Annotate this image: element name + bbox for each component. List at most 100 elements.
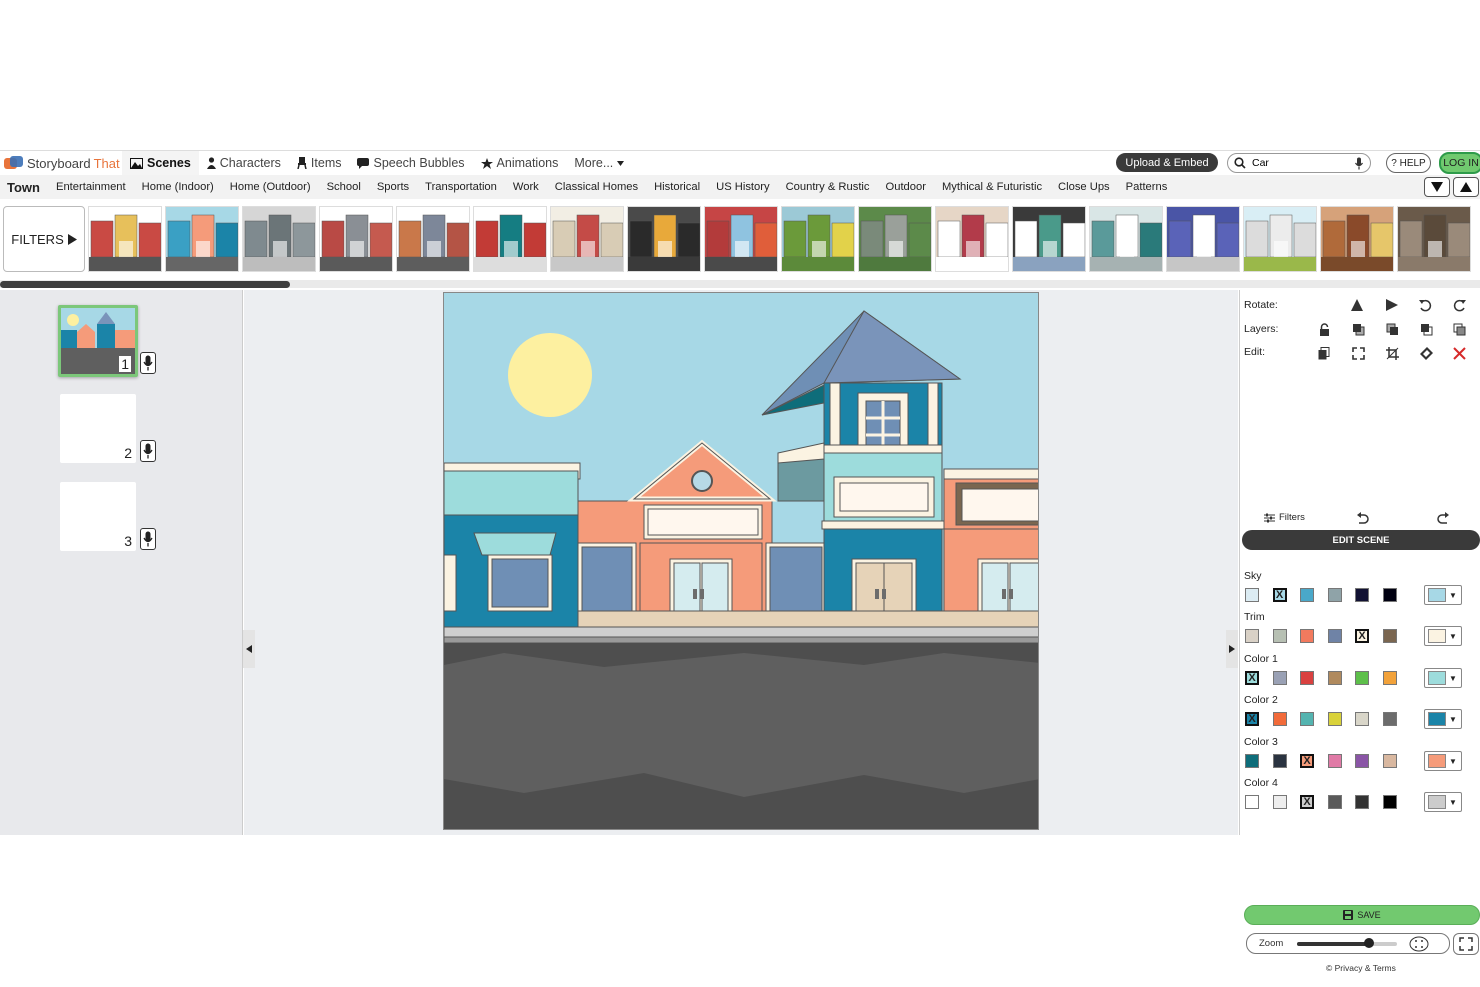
color-picker-dropdown[interactable]: ▼ (1424, 585, 1462, 605)
cell-1-audio-button[interactable] (140, 352, 156, 374)
color-swatch[interactable]: X (1245, 712, 1259, 726)
scene-thumbnail[interactable] (781, 206, 855, 272)
cell-3[interactable]: 3 (60, 482, 136, 551)
color-swatch[interactable]: X (1300, 795, 1314, 809)
color-picker-dropdown[interactable]: ▼ (1424, 709, 1462, 729)
category-tab[interactable]: Outdoor (878, 181, 934, 193)
scene-thumbnail[interactable] (1166, 206, 1240, 272)
scene-thumbnail[interactable] (858, 206, 932, 272)
color-swatch[interactable] (1327, 629, 1342, 643)
delete-icon[interactable] (1452, 346, 1466, 360)
nav-item-characters[interactable]: Characters (199, 151, 289, 176)
scroll-up-button[interactable] (1453, 177, 1479, 197)
scene-thumbnail[interactable] (1243, 206, 1317, 272)
rotate-right-icon[interactable] (1452, 298, 1466, 312)
fit-zoom-icon[interactable] (1409, 936, 1429, 952)
category-tab[interactable]: Entertainment (48, 181, 134, 193)
category-tab[interactable]: Transportation (417, 181, 505, 193)
rotate-left-icon[interactable] (1418, 298, 1432, 312)
cell-3-audio-button[interactable] (140, 528, 156, 550)
category-tab[interactable]: US History (708, 181, 777, 193)
category-tab[interactable]: Sports (369, 181, 417, 193)
nav-item-scenes[interactable]: Scenes (122, 150, 199, 176)
scene-thumbnail[interactable] (627, 206, 701, 272)
zoom-slider-handle[interactable] (1364, 937, 1375, 948)
scrollbar-thumb[interactable] (0, 281, 290, 288)
category-tab[interactable]: Mythical & Futuristic (934, 181, 1050, 193)
category-tab[interactable]: Country & Rustic (778, 181, 878, 193)
save-button[interactable]: SAVE (1244, 905, 1480, 925)
color-swatch[interactable] (1355, 712, 1369, 726)
send-backward-icon[interactable] (1385, 322, 1399, 336)
color-swatch[interactable]: X (1272, 588, 1287, 602)
collapse-right-panel-button[interactable] (1226, 630, 1238, 668)
thumbnail-scrollbar[interactable] (0, 280, 1480, 288)
redo-icon[interactable] (1436, 511, 1450, 525)
collapse-left-panel-button[interactable] (243, 630, 255, 668)
color-swatch[interactable] (1327, 795, 1342, 809)
cell-2[interactable]: 2 (60, 394, 136, 463)
category-tab[interactable]: School (319, 181, 369, 193)
color-swatch[interactable] (1382, 588, 1397, 602)
category-tab[interactable]: Close Ups (1050, 181, 1118, 193)
nav-item-items[interactable]: Items (289, 151, 350, 176)
copy-icon[interactable] (1317, 346, 1331, 360)
category-tab[interactable]: Classical Homes (547, 181, 646, 193)
color-swatch[interactable] (1382, 712, 1397, 726)
color-swatch[interactable] (1382, 671, 1397, 685)
flip-vertical-icon[interactable] (1350, 298, 1364, 312)
scene-thumbnail[interactable] (1397, 206, 1471, 272)
color-swatch[interactable] (1245, 629, 1259, 643)
upload-embed-button[interactable]: Upload & Embed (1116, 153, 1218, 172)
login-button[interactable]: LOG IN (1439, 152, 1480, 174)
undo-icon[interactable] (1356, 511, 1370, 525)
scene-canvas[interactable] (443, 292, 1039, 830)
color-swatch[interactable] (1382, 754, 1397, 768)
color-swatch[interactable]: X (1245, 671, 1259, 685)
color-swatch[interactable] (1327, 671, 1342, 685)
scene-thumbnail[interactable] (704, 206, 778, 272)
scene-thumbnail[interactable] (1012, 206, 1086, 272)
filters-link[interactable]: Filters (1264, 512, 1305, 523)
lock-icon[interactable] (1317, 322, 1331, 336)
category-tab[interactable]: Home (Indoor) (134, 181, 222, 193)
color-picker-dropdown[interactable]: ▼ (1424, 792, 1462, 812)
scroll-down-button[interactable] (1424, 177, 1450, 197)
color-swatch[interactable] (1245, 754, 1259, 768)
color-swatch[interactable] (1245, 588, 1259, 602)
color-swatch[interactable] (1300, 712, 1314, 726)
color-swatch[interactable] (1300, 671, 1314, 685)
scene-thumbnail[interactable] (165, 206, 239, 272)
color-swatch[interactable] (1245, 795, 1259, 809)
zoom-slider[interactable] (1297, 937, 1398, 948)
flip-horizontal-icon[interactable] (1385, 298, 1399, 312)
color-picker-dropdown[interactable]: ▼ (1424, 668, 1462, 688)
color-swatch[interactable] (1382, 795, 1397, 809)
scene-thumbnail[interactable] (319, 206, 393, 272)
color-fill-icon[interactable] (1419, 346, 1433, 360)
category-tab[interactable]: Home (Outdoor) (222, 181, 319, 193)
color-swatch[interactable] (1355, 795, 1369, 809)
color-swatch[interactable] (1272, 754, 1287, 768)
color-swatch[interactable] (1327, 754, 1342, 768)
logo[interactable]: Storyboard That (0, 156, 122, 171)
nav-item-animations[interactable]: Animations (473, 151, 567, 176)
color-swatch[interactable] (1355, 588, 1369, 602)
privacy-terms-link[interactable]: © Privacy & Terms (1326, 963, 1396, 973)
color-picker-dropdown[interactable]: ▼ (1424, 751, 1462, 771)
color-swatch[interactable] (1272, 712, 1287, 726)
filters-button[interactable]: FILTERS (3, 206, 85, 272)
fullscreen-button[interactable] (1453, 933, 1479, 955)
color-swatch[interactable] (1300, 588, 1314, 602)
cell-2-audio-button[interactable] (140, 440, 156, 462)
help-button[interactable]: ? HELP (1386, 153, 1431, 173)
scene-thumbnail[interactable] (1320, 206, 1394, 272)
color-swatch[interactable] (1355, 754, 1369, 768)
microphone-icon[interactable] (1354, 157, 1364, 170)
category-tab[interactable]: Patterns (1118, 181, 1176, 193)
scene-thumbnail[interactable] (88, 206, 162, 272)
send-to-back-icon[interactable] (1452, 322, 1466, 336)
scene-thumbnail[interactable] (935, 206, 1009, 272)
bring-forward-icon[interactable] (1351, 322, 1365, 336)
color-swatch[interactable] (1382, 629, 1397, 643)
